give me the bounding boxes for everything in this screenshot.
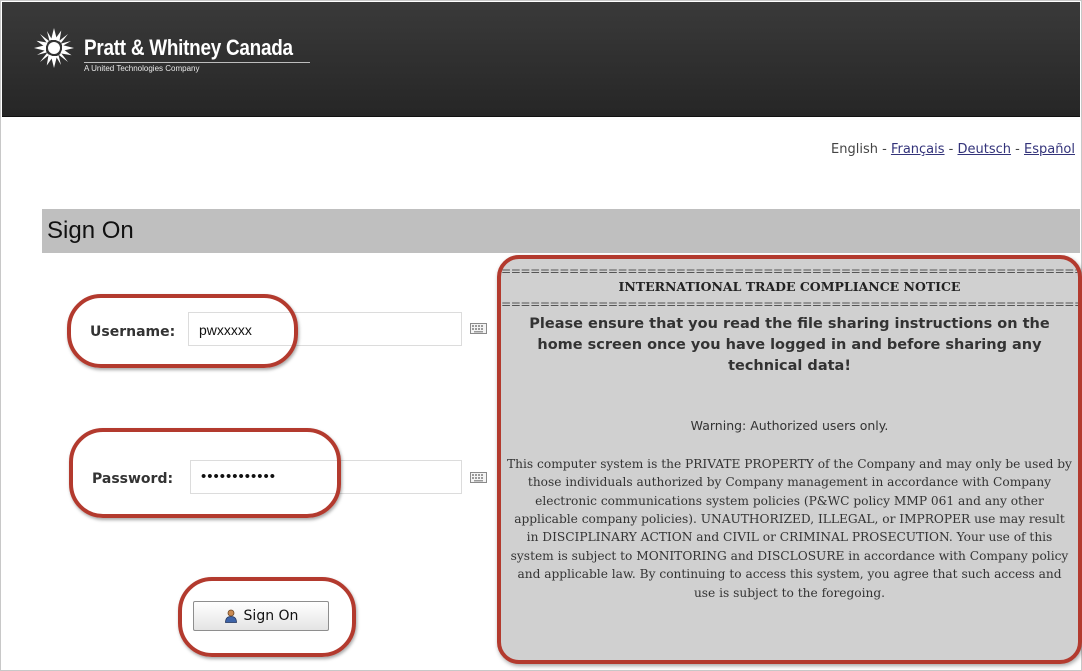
language-link-espanol[interactable]: Español [1024, 142, 1075, 157]
language-switcher: English - Français - Deutsch - Español [831, 142, 1075, 157]
password-label: Password: [92, 471, 174, 487]
page-title: Sign On [47, 217, 134, 244]
notice-heading: INTERNATIONAL TRADE COMPLIANCE NOTICE [618, 279, 961, 294]
username-input[interactable]: pwxxxxx [188, 312, 462, 346]
sign-on-button[interactable]: Sign On [193, 601, 329, 631]
pratt-whitney-logo-icon [34, 28, 74, 68]
keyboard-icon[interactable] [470, 472, 487, 483]
language-link-deutsch[interactable]: Deutsch [958, 142, 1012, 157]
sign-on-button-label: Sign On [243, 608, 299, 624]
language-current: English [831, 142, 878, 157]
keyboard-icon[interactable] [470, 323, 487, 334]
brand-divider [84, 62, 310, 63]
brand-name: Pratt & Whitney Canada [84, 35, 293, 60]
language-separator: - [1011, 142, 1024, 157]
compliance-notice: ========================================… [497, 255, 1082, 664]
page-title-bar: Sign On [42, 209, 1080, 253]
username-label: Username: [90, 324, 176, 340]
notice-warning: Warning: Authorized users only. [690, 418, 889, 434]
user-icon [224, 609, 237, 623]
language-link-francais[interactable]: Français [891, 142, 945, 157]
password-input[interactable]: •••••••••••• [190, 460, 462, 494]
notice-body: This computer system is the PRIVATE PROP… [507, 456, 1072, 600]
notice-rule: ========================================… [501, 265, 1078, 277]
brand-tagline: A United Technologies Company [84, 64, 200, 73]
site-header: Pratt & Whitney Canada A United Technolo… [2, 2, 1080, 117]
language-separator: - [877, 142, 891, 157]
notice-rule: ========================================… [501, 298, 1078, 311]
notice-message: Please ensure that you read the file sha… [529, 316, 1050, 375]
language-separator: - [944, 142, 958, 157]
